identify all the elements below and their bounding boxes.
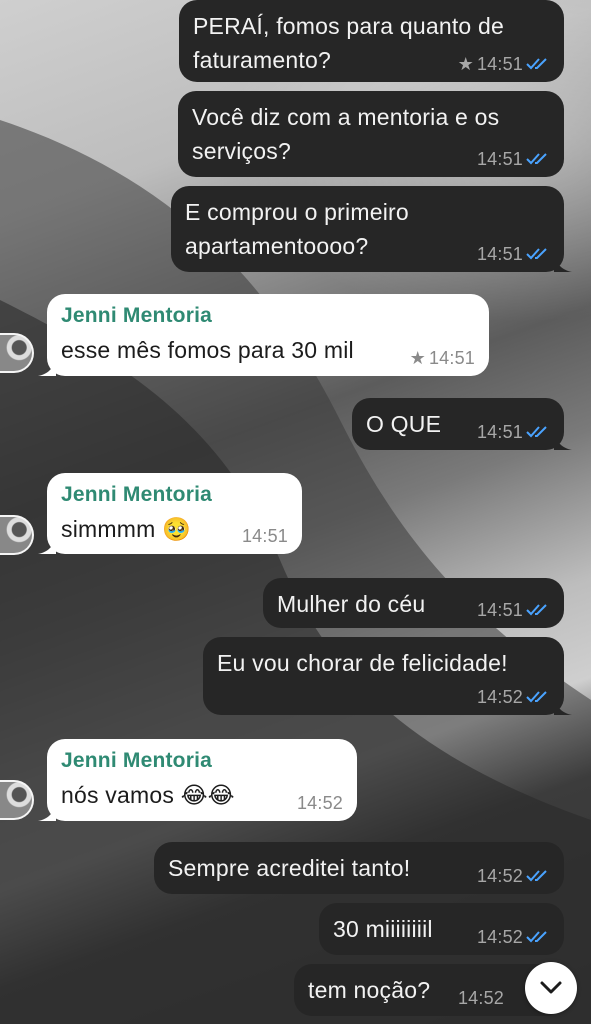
message-time: 14:51 [476, 54, 523, 74]
message-bubble-outgoing[interactable]: Você diz com a mentoria e os serviços? 1… [178, 91, 564, 177]
bubble-tail [38, 536, 56, 554]
double-check-icon [526, 248, 547, 260]
message-meta: 14:52 [458, 988, 504, 1008]
star-icon: ★ [409, 348, 426, 368]
message-meta: 14:52 [477, 927, 550, 947]
message-bubble-outgoing[interactable]: O QUE 14:51 [352, 398, 572, 450]
message-bubble-outgoing[interactable]: Sempre acreditei tanto! 14:52 [154, 842, 564, 894]
message-time: 14:51 [476, 244, 523, 264]
message-text: Eu vou chorar de felicidade! [217, 650, 508, 676]
message-meta: 14:52 [477, 687, 550, 707]
message-time: 14:51 [428, 348, 475, 368]
message-meta: ★ 14:51 [410, 348, 475, 368]
message-bubble-outgoing[interactable]: E comprou o primeiro apartamentoooo? 14:… [171, 186, 572, 272]
message-meta: 14:51 [477, 600, 550, 620]
message-meta: ★ 14:51 [458, 54, 550, 74]
message-meta: 14:51 [477, 149, 550, 169]
scroll-to-bottom-button[interactable] [525, 962, 577, 1014]
bubble-tail [38, 358, 56, 376]
message-text: tem noção? [308, 977, 431, 1003]
double-check-icon [526, 604, 547, 616]
message-meta: 14:52 [297, 793, 343, 813]
bubble-tail [554, 254, 572, 272]
double-check-icon [526, 58, 547, 70]
bubble-tail [554, 432, 572, 450]
message-bubble-incoming[interactable]: Jenni Mentoria nós vamos 😂😂 14:52 [38, 739, 357, 821]
double-check-icon [526, 870, 547, 882]
avatar[interactable] [0, 333, 34, 373]
message-meta: 14:51 [242, 526, 288, 546]
double-check-icon [526, 153, 547, 165]
message-bubble-outgoing[interactable]: Mulher do céu 14:51 [263, 578, 564, 628]
message-bubble-incoming[interactable]: Jenni Mentoria simmmm 🥹 14:51 [38, 473, 302, 554]
message-meta: 14:51 [477, 422, 550, 442]
double-check-icon [526, 426, 547, 438]
avatar[interactable] [0, 780, 34, 820]
message-meta: 14:52 [477, 866, 550, 886]
bubble-tail [38, 803, 56, 821]
message-time: 14:52 [296, 793, 343, 813]
sender-name[interactable]: Jenni Mentoria [61, 482, 288, 508]
message-time: 14:51 [476, 600, 523, 620]
message-time: 14:51 [476, 422, 523, 442]
message-bubble-outgoing[interactable]: tem noção? 14:52 [294, 964, 564, 1016]
message-meta: 14:51 [477, 244, 550, 264]
sender-name[interactable]: Jenni Mentoria [61, 303, 475, 329]
message-time: 14:51 [241, 526, 288, 546]
double-check-icon [526, 691, 547, 703]
message-bubble-incoming[interactable]: Jenni Mentoria esse mês fomos para 30 mi… [38, 294, 489, 376]
message-time: 14:52 [476, 866, 523, 886]
chevron-down-icon [540, 981, 562, 994]
message-bubble-outgoing[interactable]: 30 miiiiiiiil 14:52 [319, 903, 564, 955]
message-bubble-outgoing[interactable]: Eu vou chorar de felicidade! 14:52 [203, 637, 572, 715]
message-time: 14:52 [476, 687, 523, 707]
bubble-tail [554, 697, 572, 715]
star-icon: ★ [457, 54, 474, 74]
message-time: 14:52 [457, 988, 504, 1008]
message-time: 14:51 [476, 149, 523, 169]
avatar[interactable] [0, 515, 34, 555]
message-bubble-outgoing[interactable]: PERAÍ, fomos para quanto de faturamento?… [179, 0, 564, 82]
sender-name[interactable]: Jenni Mentoria [61, 748, 343, 774]
double-check-icon [526, 931, 547, 943]
message-time: 14:52 [476, 927, 523, 947]
